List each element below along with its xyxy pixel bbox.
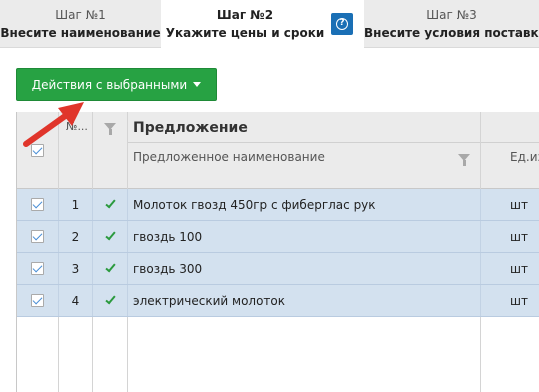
row-status-cell — [93, 253, 128, 284]
row-checkbox[interactable] — [31, 262, 44, 275]
row-number: 1 — [59, 189, 93, 220]
filter-icon[interactable] — [104, 123, 116, 135]
step-3-number: Шаг №3 — [426, 8, 477, 22]
row-check-cell — [17, 221, 59, 252]
table-row[interactable]: 4 электрический молоток шт — [17, 285, 539, 317]
question-circle-icon: ? — [336, 18, 348, 30]
step-2-number: Шаг №2 — [216, 8, 274, 22]
row-number: 2 — [59, 221, 93, 252]
row-unit: шт — [510, 261, 528, 276]
row-name: гвоздь 300 — [128, 253, 481, 284]
step-1-number: Шаг №1 — [55, 8, 106, 22]
row-check-cell — [17, 285, 59, 316]
row-unit: шт — [510, 197, 528, 212]
step-2-text: Шаг №2 Укажите цены и сроки — [161, 0, 329, 41]
checkmark-icon — [104, 293, 116, 305]
table-row[interactable]: 1 Молоток гвозд 450гр с фиберглас рук шт — [17, 189, 539, 221]
header-group-offer: Предложение — [128, 112, 539, 143]
table-row[interactable]: 3 гвоздь 300 шт — [17, 253, 539, 285]
row-name: электрический молоток — [128, 285, 481, 316]
header-unit-label: Ед.изм. — [510, 150, 539, 164]
row-status-cell — [93, 285, 128, 316]
row-check-cell — [17, 253, 59, 284]
row-checkbox[interactable] — [31, 230, 44, 243]
name-filter-icon[interactable] — [458, 154, 470, 166]
help-button[interactable]: ? — [331, 13, 353, 35]
step-3-tab[interactable]: Шаг №3 Внесите условия поставки — [364, 0, 539, 48]
row-status-cell — [93, 221, 128, 252]
actions-button-label: Действия с выбранными — [31, 77, 188, 92]
header-unit-cell[interactable]: Ед.изм. — [481, 143, 539, 189]
row-check-cell — [17, 189, 59, 220]
step-2-tab[interactable]: Шаг №2 Укажите цены и сроки ? — [161, 0, 364, 49]
annotation-arrow-icon — [23, 102, 84, 147]
step-1-title: Внесите наименование — [0, 26, 161, 40]
row-checkbox[interactable] — [31, 294, 44, 307]
checkmark-icon — [104, 261, 116, 273]
step-2-title: Укажите цены и сроки — [165, 26, 325, 40]
row-number: 3 — [59, 253, 93, 284]
caret-down-icon — [193, 82, 202, 87]
checkmark-icon — [104, 197, 116, 209]
table-row[interactable]: 2 гвоздь 100 шт — [17, 221, 539, 253]
row-number: 4 — [59, 285, 93, 316]
step-1-tab[interactable]: Шаг №1 Внесите наименование — [0, 0, 161, 48]
wizard-steps: Шаг №1 Внесите наименование Шаг №2 Укажи… — [0, 0, 539, 49]
row-unit: шт — [510, 293, 528, 308]
checkmark-icon — [104, 229, 116, 241]
row-checkbox[interactable] — [31, 198, 44, 211]
step-3-title: Внесите условия поставки — [364, 26, 539, 40]
header-offered-name-cell[interactable]: Предложенное наименование — [128, 143, 481, 189]
header-offered-name-label: Предложенное наименование — [133, 150, 325, 164]
row-name: гвоздь 100 — [128, 221, 481, 252]
offers-grid: №... Предложение Предложенное наименован… — [16, 112, 539, 392]
row-status-cell — [93, 189, 128, 220]
row-name: Молоток гвозд 450гр с фиберглас рук — [128, 189, 481, 220]
row-unit: шт — [510, 229, 528, 244]
header-status-filter-cell — [93, 112, 128, 189]
